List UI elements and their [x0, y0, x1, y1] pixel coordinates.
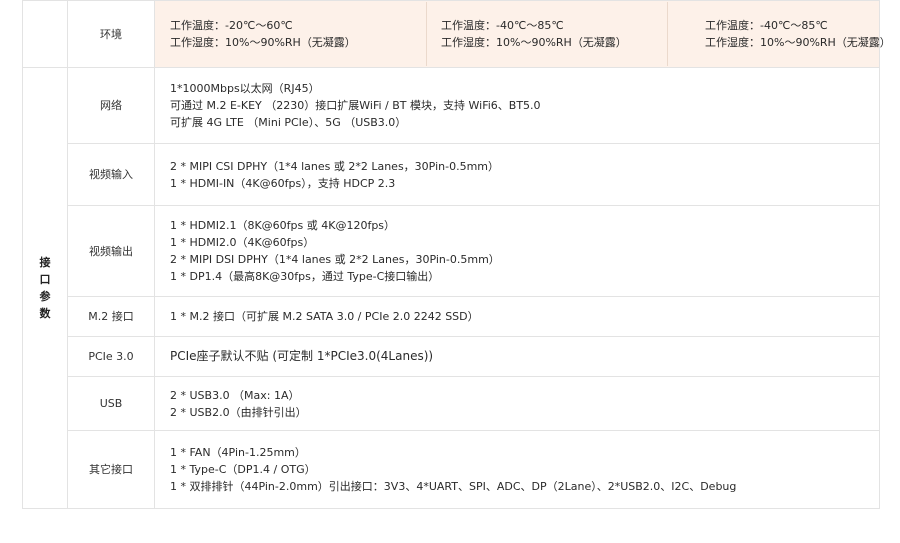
value-line: 1 * Type-C（DP1.4 / OTG） [170, 463, 316, 476]
row-value: 2 * MIPI CSI DPHY（1*4 lanes 或 2*2 Lanes，… [154, 143, 880, 206]
spec-row-usb: USB 2 * USB3.0 （Max: 1A） 2 * USB2.0（由排针引… [23, 376, 880, 431]
value-line: 1 * M.2 接口（可扩展 M.2 SATA 3.0 / PCIe 2.0 2… [170, 310, 479, 323]
row-value: PCIe座子默认不贴 (可定制 1*PCIe3.0(4Lanes)) [154, 336, 880, 377]
row-value: 1 * FAN（4Pin-1.25mm） 1 * Type-C（DP1.4 / … [154, 430, 880, 509]
value-line: 1 * FAN（4Pin-1.25mm） [170, 446, 306, 459]
temperature-text: 工作温度：-40℃～85℃ [705, 19, 828, 32]
temperature-text: 工作温度：-40℃～85℃ [441, 19, 564, 32]
value-line: 1*1000Mbps以太网（RJ45） [170, 82, 320, 95]
row-value: 1 * M.2 接口（可扩展 M.2 SATA 3.0 / PCIe 2.0 2… [154, 296, 880, 337]
spec-row-network: 接口参数 网络 1*1000Mbps以太网（RJ45） 可通过 M.2 E-KE… [22, 67, 880, 509]
spec-row-other: 其它接口 1 * FAN（4Pin-1.25mm） 1 * Type-C（DP1… [23, 430, 880, 509]
spec-row-video-input: 视频输入 2 * MIPI CSI DPHY（1*4 lanes 或 2*2 L… [23, 143, 880, 206]
spec-row-m2: M.2 接口 1 * M.2 接口（可扩展 M.2 SATA 3.0 / PCI… [23, 296, 880, 337]
row-value: 2 * USB3.0 （Max: 1A） 2 * USB2.0（由排针引出） [154, 376, 880, 431]
value-line: 1 * HDMI-IN（4K@60fps），支持 HDCP 2.3 [170, 176, 396, 190]
humidity-text: 工作湿度：10%～90%RH（无凝露） [170, 36, 356, 49]
humidity-text: 工作湿度：10%～90%RH（无凝露） [705, 36, 891, 49]
spec-table: 环境 工作温度：-20℃～60℃ 工作湿度：10%～90%RH（无凝露） 工作温… [22, 0, 891, 509]
value-line: 可通过 M.2 E-KEY （2230）接口扩展WiFi / BT 模块，支持 … [170, 99, 541, 112]
environment-grid: 工作温度：-20℃～60℃ 工作湿度：10%～90%RH（无凝露） 工作温度：-… [155, 2, 891, 66]
row-value: 1 * HDMI2.1（8K@60fps 或 4K@120fps） 1 * HD… [154, 205, 880, 297]
humidity-text: 工作湿度：10%～90%RH（无凝露） [441, 36, 627, 49]
environment-label: 环境 [67, 0, 155, 68]
row-label: M.2 接口 [67, 296, 155, 337]
empty-group-cell [22, 0, 68, 68]
row-label: 其它接口 [67, 430, 155, 509]
environment-values: 工作温度：-20℃～60℃ 工作湿度：10%～90%RH（无凝露） 工作温度：-… [154, 0, 891, 68]
row-label: 视频输出 [67, 205, 155, 297]
environment-column: 工作温度：-20℃～60℃ 工作湿度：10%～90%RH（无凝露） [170, 2, 426, 66]
value-line: PCIe座子默认不贴 (可定制 1*PCIe3.0(4Lanes)) [170, 349, 434, 363]
row-label: USB [67, 376, 155, 431]
value-line: 1 * 双排排针（44Pin-2.0mm）引出接口：3V3、4*UART、SPI… [170, 480, 737, 493]
value-line: 2 * MIPI CSI DPHY（1*4 lanes 或 2*2 Lanes，… [170, 159, 499, 173]
spec-row-pcie: PCIe 3.0 PCIe座子默认不贴 (可定制 1*PCIe3.0(4Lane… [23, 336, 880, 377]
row-value: 1*1000Mbps以太网（RJ45） 可通过 M.2 E-KEY （2230）… [154, 67, 880, 144]
value-line: 2 * MIPI DSI DPHY（1*4 lanes 或 2*2 Lanes，… [170, 253, 500, 266]
spec-row-video-output: 视频输出 1 * HDMI2.1（8K@60fps 或 4K@120fps） 1… [23, 205, 880, 297]
value-line: 2 * USB3.0 （Max: 1A） [170, 388, 300, 402]
value-line: 1 * DP1.4（最高8K@30fps，通过 Type-C接口输出） [170, 270, 440, 283]
row-label: 视频输入 [67, 143, 155, 206]
environment-column: 工作温度：-40℃～85℃ 工作湿度：10%～90%RH（无凝露） [667, 2, 891, 66]
interfaces-group-text: 接口参数 [39, 256, 51, 320]
environment-column: 工作温度：-40℃～85℃ 工作湿度：10%～90%RH（无凝露） [426, 2, 667, 66]
value-line: 2 * USB2.0（由排针引出） [170, 405, 307, 419]
value-line: 可扩展 4G LTE （Mini PCIe）、5G （USB3.0） [170, 116, 407, 129]
interfaces-group-label: 接口参数 [22, 67, 68, 509]
value-line: 1 * HDMI2.0（4K@60fps） [170, 236, 315, 249]
environment-row: 环境 工作温度：-20℃～60℃ 工作湿度：10%～90%RH（无凝露） 工作温… [22, 0, 891, 68]
value-line: 1 * HDMI2.1（8K@60fps 或 4K@120fps） [170, 219, 396, 232]
row-label: PCIe 3.0 [67, 336, 155, 377]
temperature-text: 工作温度：-20℃～60℃ [170, 19, 293, 32]
row-label: 网络 [67, 67, 155, 144]
